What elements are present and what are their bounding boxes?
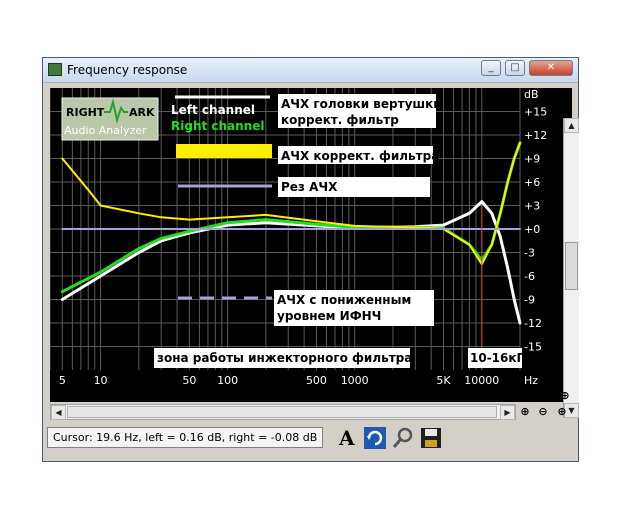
filter-legend-swatch bbox=[176, 144, 272, 158]
save-icon bbox=[421, 428, 441, 448]
legend-right-channel: Right channel bbox=[171, 119, 265, 133]
note-low-ifnch-line1: АЧХ с пониженным bbox=[277, 293, 411, 307]
refresh-icon bbox=[364, 427, 386, 449]
horizontal-scroll-thumb[interactable] bbox=[67, 406, 497, 418]
x-tick-label: 10 bbox=[94, 374, 108, 387]
window-title: Frequency response bbox=[67, 63, 188, 77]
zoom-in-x-button[interactable]: ⊕ bbox=[517, 404, 533, 420]
legend-left-channel: Left channel bbox=[171, 103, 255, 117]
zoom-tool-button[interactable] bbox=[391, 426, 415, 450]
note-injector-zone: зона работы инжекторного фильтра bbox=[157, 351, 412, 365]
frequency-response-chart: RIGHT ARK Audio Analyzer Left channel Ri… bbox=[50, 88, 547, 387]
y-tick-label: +9 bbox=[524, 153, 540, 166]
note-head-curve-line2: коррект. фильтр bbox=[281, 113, 399, 127]
vertical-scroll-thumb[interactable] bbox=[565, 242, 578, 290]
y-tick-label: -3 bbox=[524, 247, 535, 260]
x-tick-label: 1000 bbox=[341, 374, 369, 387]
close-button[interactable]: ✕ bbox=[529, 60, 573, 76]
font-icon: A bbox=[339, 426, 355, 450]
save-button[interactable] bbox=[419, 426, 443, 450]
x-tick-label: 100 bbox=[217, 374, 238, 387]
logo-subtitle-text: Audio Analyzer bbox=[64, 124, 147, 137]
refresh-button[interactable] bbox=[363, 426, 387, 450]
scroll-right-button[interactable]: ▶ bbox=[500, 405, 515, 420]
zoom-fit-button[interactable]: ⊕ bbox=[554, 404, 570, 420]
x-tick-label: 50 bbox=[182, 374, 196, 387]
vertical-scrollbar[interactable]: ▲ ▼ bbox=[563, 118, 579, 418]
horizontal-scrollbar[interactable]: ◀ ▶ bbox=[50, 404, 516, 420]
y-tick-label: -15 bbox=[524, 341, 542, 354]
x-tick-label: 5K bbox=[436, 374, 451, 387]
plot-area[interactable]: RIGHT ARK Audio Analyzer Left channel Ri… bbox=[50, 88, 579, 418]
maximize-button[interactable]: □ bbox=[505, 60, 525, 76]
cursor-readout: Cursor: 19.6 Hz, left = 0.16 dB, right =… bbox=[47, 427, 323, 448]
logo-right-text: RIGHT bbox=[66, 106, 105, 119]
scroll-up-button[interactable]: ▲ bbox=[564, 118, 579, 133]
zoom-tool-icon bbox=[392, 427, 413, 448]
y-tick-label: +15 bbox=[524, 106, 547, 119]
title-bar[interactable]: Frequency response _ □ ✕ bbox=[43, 58, 578, 83]
x-tick-label: 10000 bbox=[464, 374, 499, 387]
note-head-curve-line1: АЧХ головки вертушки bbox=[281, 97, 442, 111]
y-tick-label: -12 bbox=[524, 317, 542, 330]
note-filter-curve: АЧХ коррект. фильтра bbox=[281, 149, 439, 163]
x-tick-label: 5 bbox=[59, 374, 66, 387]
y-tick-label: +3 bbox=[524, 200, 540, 213]
y-tick-label: -9 bbox=[524, 294, 535, 307]
x-unit-label: Hz bbox=[524, 374, 538, 387]
zoom-in-y-button[interactable]: ⊕ bbox=[557, 388, 573, 404]
logo-ark-text: ARK bbox=[129, 106, 155, 119]
zoom-out-x-button[interactable]: ⊖ bbox=[535, 404, 551, 420]
frequency-response-window: Frequency response _ □ ✕ RIGHT ARK Audio… bbox=[42, 57, 579, 462]
y-tick-label: -6 bbox=[524, 270, 535, 283]
x-tick-label: 500 bbox=[306, 374, 327, 387]
app-icon bbox=[48, 63, 62, 76]
scroll-left-button[interactable]: ◀ bbox=[51, 405, 66, 420]
y-unit-label: dB bbox=[524, 88, 539, 101]
note-result: Рез АЧХ bbox=[281, 180, 338, 194]
y-tick-label: +6 bbox=[524, 176, 540, 189]
y-tick-label: +0 bbox=[524, 223, 540, 236]
font-button[interactable]: A bbox=[335, 426, 359, 450]
minimize-button[interactable]: _ bbox=[481, 60, 501, 76]
note-low-ifnch-line2: уровнем ИФНЧ bbox=[277, 309, 381, 323]
y-tick-label: +12 bbox=[524, 129, 547, 142]
